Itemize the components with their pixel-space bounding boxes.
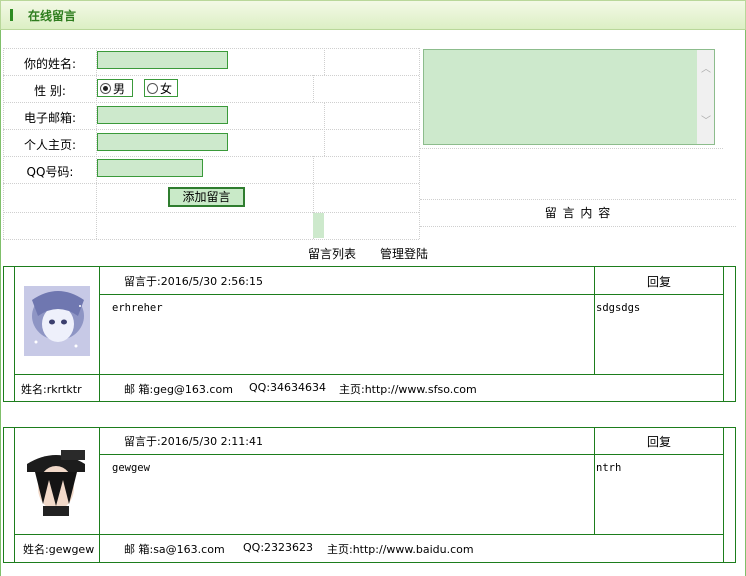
gender-female-label: 女	[160, 81, 173, 96]
author-email: 邮 箱:geg@163.com	[124, 383, 233, 396]
message-reply: ntrh	[596, 462, 622, 474]
author-homepage[interactable]: 主页:http://www.sfso.com	[339, 381, 477, 397]
submit-button[interactable]: 添加留言	[168, 187, 245, 207]
header-marker	[10, 9, 13, 21]
content-textarea[interactable]: ︿ ﹀	[423, 49, 715, 145]
message-time-text: 留言于:2016/5/30 2:11:41	[124, 435, 264, 448]
homepage-label: 个人主页:	[23, 138, 77, 152]
email-label: 电子邮箱:	[23, 111, 77, 125]
name-label: 你的姓名:	[23, 57, 77, 71]
reply-label[interactable]: 回复	[595, 433, 723, 450]
scroll-up-icon[interactable]: ︿	[701, 65, 711, 75]
name-input[interactable]	[97, 51, 228, 69]
email-input[interactable]	[97, 106, 228, 124]
message-body: erhreher	[112, 302, 163, 314]
radio-checked-icon[interactable]	[100, 82, 111, 94]
homepage-input[interactable]	[97, 133, 228, 151]
reply-label[interactable]: 回复	[595, 273, 723, 290]
author-name: 姓名:rkrtktr	[21, 383, 82, 396]
qq-input[interactable]	[97, 159, 203, 177]
radio-unchecked-icon[interactable]	[147, 82, 158, 94]
message-time: 留言于:2016/5/30 2:11:41	[124, 433, 263, 449]
avatar	[24, 286, 90, 356]
scroll-down-icon[interactable]: ﹀	[701, 117, 711, 127]
qq-label: QQ号码:	[26, 165, 74, 179]
author-homepage[interactable]: 主页:http://www.baidu.com	[327, 541, 474, 557]
author-email: 邮 箱:sa@163.com	[124, 543, 225, 556]
message-time: 留言于:2016/5/30 2:56:15	[124, 273, 263, 289]
author-qq: QQ:34634634	[249, 381, 327, 394]
gender-male-option[interactable]: 男	[97, 79, 133, 97]
admin-login-link[interactable]: 管理登陆	[380, 245, 428, 262]
section-title: 在线留言	[28, 9, 77, 23]
message-list-link[interactable]: 留言列表	[308, 245, 356, 262]
author-name: 姓名:gewgew	[23, 543, 95, 556]
section-header: 在线留言	[0, 0, 746, 30]
content-label: 留 言 内 容	[544, 206, 612, 220]
author-qq: QQ:2323623	[243, 541, 314, 554]
textarea-scrollbar[interactable]: ︿ ﹀	[697, 50, 714, 144]
gender-female-option[interactable]: 女	[144, 79, 178, 97]
message-reply: sdgsdgs	[596, 302, 641, 314]
gender-label: 性 别:	[34, 84, 66, 98]
gender-male-label: 男	[113, 81, 126, 96]
message-body: gewgew	[112, 462, 150, 474]
avatar	[23, 446, 89, 516]
message-time-text: 留言于:2016/5/30 2:56:15	[124, 275, 264, 288]
